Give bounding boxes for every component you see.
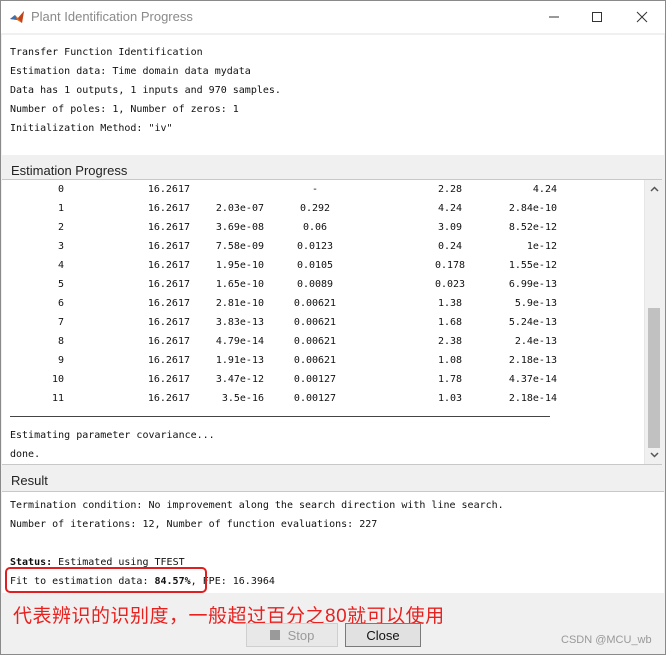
stop-button-label: Stop [287,627,315,643]
info-line: Transfer Function Identification [10,47,203,58]
progress-cell: 16.2617 [147,184,190,195]
divider-line [10,416,550,417]
progress-cell: 0.00621 [293,298,337,309]
progress-cell: 0.06 [302,222,328,233]
progress-cell: 1.55e-12 [508,260,557,271]
progress-row: 5 16.2617 1.65e-10 0.0089 0.023 6.99e-13 [2,275,642,294]
progress-cell: 2.81e-10 [215,298,264,309]
progress-cell: 2.03e-07 [215,203,264,214]
progress-cell: 0.00621 [293,317,337,328]
progress-cell: 1.65e-10 [215,279,264,290]
progress-cell: 1.91e-13 [215,355,264,366]
progress-row: 11 16.2617 3.5e-16 0.00127 1.03 2.18e-14 [2,389,642,408]
progress-cell: 1 [57,203,64,214]
progress-cell: 4 [57,260,64,271]
progress-row: 6 16.2617 2.81e-10 0.00621 1.38 5.9e-13 [2,294,642,313]
progress-cell: 2.18e-14 [508,393,557,404]
progress-cell: 8 [57,336,64,347]
progress-cell: 5.9e-13 [514,298,557,309]
progress-cell: 10 [51,374,64,385]
result-section-label: Result [11,473,48,488]
progress-cell: 8.52e-12 [508,222,557,233]
progress-cell: 0.0105 [296,260,334,271]
chevron-down-icon [649,452,659,458]
info-line: Number of poles: 1, Number of zeros: 1 [10,104,239,115]
progress-cell: 2.18e-13 [508,355,557,366]
progress-cell: 0 [57,184,64,195]
stop-button[interactable]: Stop [246,623,338,647]
progress-cell: 1.95e-10 [215,260,264,271]
identification-window: Plant Identification Progress Transfer F… [0,0,666,655]
termination-text: Termination condition: No improvement al… [10,500,504,511]
progress-panel[interactable]: 0 16.2617-2.28 4.24 1 16.2617 2.03e-07 0.292 4.… [2,179,662,465]
progress-cell: 0.292 [299,203,331,214]
progress-cell: 0.00621 [293,336,337,347]
progress-cell: 9 [57,355,64,366]
progress-cell: 2.4e-13 [514,336,557,347]
progress-cell: 4.37e-14 [508,374,557,385]
minimize-button[interactable] [531,1,577,33]
title-bar[interactable]: Plant Identification Progress [1,1,665,33]
progress-row: 1 16.2617 2.03e-07 0.292 4.24 2.84e-10 [2,199,642,218]
fit-highlight-box [5,567,207,593]
info-line: Estimation data: Time domain data mydata [10,66,251,77]
info-line: Initialization Method: "iv" [10,123,173,134]
progress-row: 7 16.2617 3.83e-13 0.00621 1.68 5.24e-13 [2,313,642,332]
scroll-thumb[interactable] [648,308,660,448]
minimize-icon [549,16,559,18]
progress-cell: 4.24 [532,184,557,195]
progress-cell: 0.00621 [293,355,337,366]
chevron-up-icon [649,186,659,192]
identification-info-panel: Transfer Function Identification Estimat… [2,35,664,155]
watermark: CSDN @MCU_wb [561,634,652,646]
scroll-up-button[interactable] [645,180,662,198]
maximize-icon [592,12,602,22]
progress-cell: 7.58e-09 [215,241,264,252]
progress-cell: 3.83e-13 [215,317,264,328]
covariance-text: Estimating parameter covariance... [10,430,215,441]
window-title: Plant Identification Progress [31,9,193,24]
progress-cell: 6 [57,298,64,309]
close-icon [636,11,648,23]
progress-cell: 3.69e-08 [215,222,264,233]
progress-cell: 3 [57,241,64,252]
iterations-text: Number of iterations: 12, Number of func… [10,519,378,530]
progress-cell: 7 [57,317,64,328]
progress-cell: 1e-12 [526,241,557,252]
scroll-down-button[interactable] [645,446,662,464]
progress-row: 0 16.2617-2.28 4.24 [2,180,642,199]
progress-section-label: Estimation Progress [11,163,128,178]
progress-row: 9 16.2617 1.91e-13 0.00621 1.08 2.18e-13 [2,351,642,370]
progress-row: 10 16.2617 3.47e-12 0.00127 1.78 4.37e-14 [2,370,642,389]
maximize-button[interactable] [574,1,620,33]
info-line: Data has 1 outputs, 1 inputs and 970 sam… [10,85,281,96]
stop-icon [269,630,280,640]
close-button[interactable]: Close [345,623,421,647]
progress-cell: 6.99e-13 [508,279,557,290]
progress-cell: 0.00127 [293,374,337,385]
progress-cell: 0.00127 [293,393,337,404]
matlab-logo-icon [10,11,24,23]
close-button-label: Close [366,627,400,643]
progress-cell: 3.5e-16 [221,393,264,404]
progress-row: 2 16.2617 3.69e-08 0.06 3.09 8.52e-12 [2,218,642,237]
progress-row: 4 16.2617 1.95e-10 0.0105 0.178 1.55e-12 [2,256,642,275]
progress-cell: 4.79e-14 [215,336,264,347]
progress-cell: 0.0089 [296,279,334,290]
progress-cell: 2.84e-10 [508,203,557,214]
progress-cell: 2 [57,222,64,233]
progress-cell: 11 [51,393,64,404]
progress-cell: 0.0123 [296,241,334,252]
progress-cell: 3.47e-12 [215,374,264,385]
progress-cell: - [311,184,319,195]
close-window-button[interactable] [619,1,665,33]
progress-cell: 5 [57,279,64,290]
progress-row: 3 16.2617 7.58e-09 0.0123 0.24 1e-12 [2,237,642,256]
done-text: done. [10,449,41,460]
progress-row: 8 16.2617 4.79e-14 0.00621 2.38 2.4e-13 [2,332,642,351]
progress-cell: 5.24e-13 [508,317,557,328]
progress-scrollbar[interactable] [644,180,662,464]
